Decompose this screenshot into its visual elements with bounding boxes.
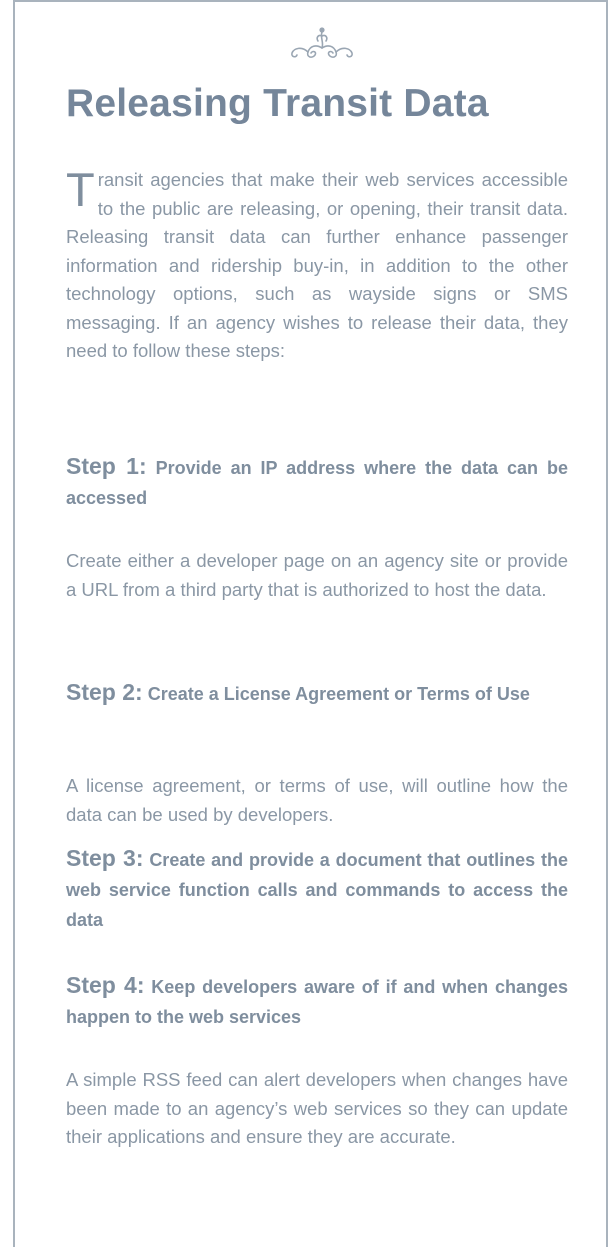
step-3-label: Step 3: [66,845,144,871]
step-4-heading: Step 4: Keep developers aware of if and … [66,970,568,1032]
document-panel: Releasing Transit Data Transit agencies … [13,0,608,1247]
step-2-heading: Step 2: Create a License Agreement or Te… [66,677,568,709]
step-2-text: A license agreement, or terms of use, wi… [66,775,568,825]
intro-paragraph: Transit agencies that make their web ser… [66,166,568,366]
intro-text: ransit agencies that make their web serv… [66,169,568,361]
step-1-label: Step 1: [66,453,147,479]
step-1-heading: Step 1: Provide an IP address where the … [66,451,568,513]
step-1-text: Create either a developer page on an age… [66,550,568,600]
step-3-heading: Step 3: Create and provide a document th… [66,843,568,935]
drop-cap: T [66,163,95,216]
step-4-label: Step 4: [66,972,145,998]
step-2-label: Step 2: [66,679,143,705]
page-title: Releasing Transit Data [66,82,489,125]
step-2-title: Create a License Agreement or Terms of U… [147,684,530,704]
step-4-text: A simple RSS feed can alert developers w… [66,1069,568,1147]
flourish-ornament-icon [291,27,353,58]
